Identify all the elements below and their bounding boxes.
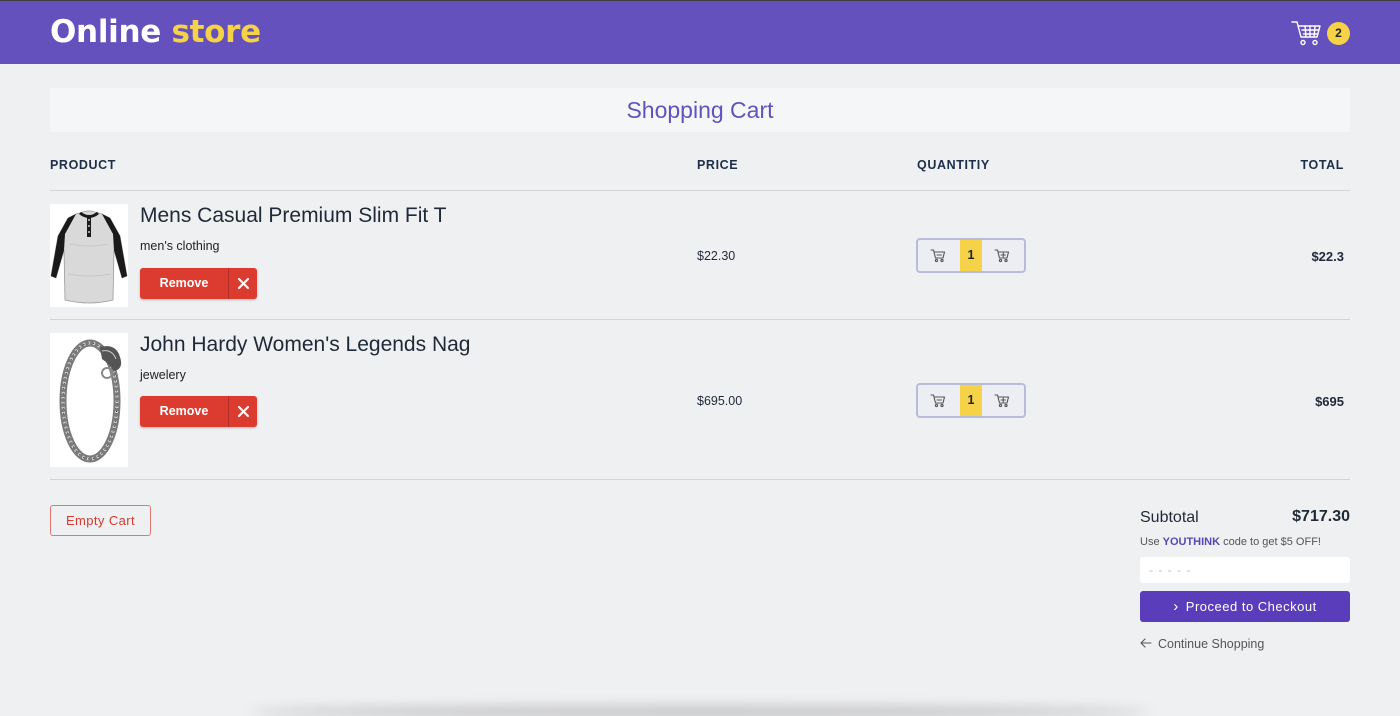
line-total: $22.3 <box>1311 249 1344 264</box>
quantity-stepper: 1 <box>916 238 1026 273</box>
decrease-quantity-button[interactable] <box>918 385 960 416</box>
page-title: Shopping Cart <box>626 97 774 123</box>
divider <box>50 190 1350 191</box>
arrow-left-icon <box>1140 637 1152 651</box>
column-header-product: PRODUCT <box>50 158 117 172</box>
divider <box>50 479 1350 480</box>
remove-label: Remove <box>159 404 209 418</box>
cart-title-bar: Shopping Cart <box>50 88 1350 132</box>
subtotal-label: Subtotal <box>1140 509 1199 526</box>
product-name[interactable]: John Hardy Women's Legends Nag <box>140 333 470 357</box>
proceed-to-checkout-button[interactable]: › Proceed to Checkout <box>1140 591 1350 622</box>
quantity-stepper: 1 <box>916 383 1026 418</box>
unit-price: $22.30 <box>697 249 736 263</box>
top-navbar: Online store 2 <box>0 0 1400 64</box>
coupon-input[interactable] <box>1140 557 1350 583</box>
product-image-bracelet[interactable] <box>50 333 128 467</box>
quantity-value: 1 <box>960 385 982 416</box>
product-name[interactable]: Mens Casual Premium Slim Fit T <box>140 204 447 228</box>
promo-note: Use YOUTHINK code to get $5 OFF! <box>1140 536 1321 548</box>
brand-name-main: Online <box>50 14 161 50</box>
shopping-cart-icon[interactable] <box>1291 19 1323 47</box>
column-header-quantity: QUANTITIY <box>917 158 990 172</box>
continue-shopping-link[interactable]: Continue Shopping <box>1140 637 1264 651</box>
promo-prefix: Use <box>1140 536 1160 548</box>
remove-item-button[interactable]: Remove <box>140 396 257 427</box>
cart-count-badge: 2 <box>1327 22 1350 45</box>
close-icon <box>228 268 257 299</box>
increase-quantity-button[interactable] <box>982 385 1024 416</box>
store-logo[interactable]: Online store <box>50 14 261 50</box>
product-image-shirt[interactable] <box>50 204 128 307</box>
line-total: $695 <box>1315 394 1344 409</box>
product-category: jewelery <box>140 368 186 382</box>
unit-price: $695.00 <box>697 394 743 408</box>
decrease-quantity-button[interactable] <box>918 240 960 271</box>
promo-code: YOUTHINK <box>1162 536 1221 548</box>
quantity-value: 1 <box>960 240 982 271</box>
empty-cart-button[interactable]: Empty Cart <box>50 505 151 536</box>
promo-suffix: code to get $5 OFF! <box>1223 536 1321 548</box>
checkout-label: Proceed to Checkout <box>1185 599 1317 614</box>
divider <box>50 319 1350 320</box>
brand-name-accent: store <box>171 14 261 50</box>
remove-label: Remove <box>159 276 209 290</box>
close-icon <box>228 396 257 427</box>
page-shadow <box>250 706 1150 716</box>
product-category: men's clothing <box>140 239 220 253</box>
chevron-right-icon: › <box>1173 598 1179 615</box>
column-header-total: TOTAL <box>1300 158 1344 172</box>
subtotal-value: $717.30 <box>1292 508 1350 525</box>
increase-quantity-button[interactable] <box>982 240 1024 271</box>
column-header-price: PRICE <box>697 158 739 172</box>
continue-label: Continue Shopping <box>1158 637 1265 651</box>
remove-item-button[interactable]: Remove <box>140 268 257 299</box>
